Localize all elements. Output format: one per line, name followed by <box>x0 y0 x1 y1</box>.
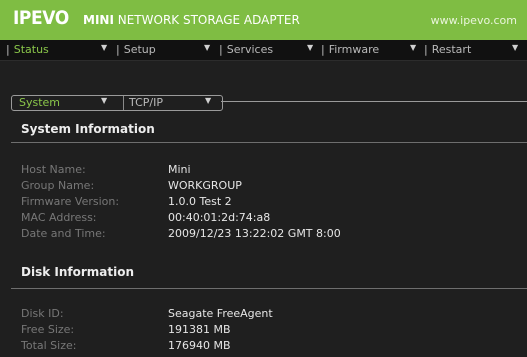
app-header: IPEVO MINI NETWORK STORAGE ADAPTER www.i… <box>0 0 527 40</box>
disk-id-label: Disk ID: <box>21 307 64 320</box>
group-name-value: WORKGROUP <box>168 179 242 192</box>
group-name-label: Group Name: <box>21 179 95 192</box>
nav-label-firmware: Firmware <box>328 43 380 56</box>
disk-id-value: Seagate FreeAgent <box>168 307 273 320</box>
free-size-label: Free Size: <box>21 323 75 336</box>
firmware-version-label: Firmware Version: <box>21 195 120 208</box>
subtab-tcpip[interactable]: TCP/IP <box>129 96 163 110</box>
status-dropdown-icon[interactable]: ▼ <box>101 43 107 52</box>
nav-item-services[interactable]: | Services <box>219 43 273 58</box>
subtab-divider <box>123 96 124 110</box>
nav-label-services: Services <box>226 43 274 56</box>
system-info-divider <box>11 142 527 143</box>
subtab-bar: System ▼ TCP/IP ▼ <box>11 95 223 111</box>
system-dropdown-icon[interactable]: ▼ <box>101 96 107 105</box>
subtab-rule <box>221 101 527 102</box>
nav-label-restart: Restart <box>431 43 472 56</box>
nav-label-setup: Setup <box>123 43 156 56</box>
nav-separator: | <box>6 43 10 56</box>
free-size-value: 191381 MB <box>168 323 231 336</box>
date-time-value: 2009/12/23 13:22:02 GMT 8:00 <box>168 227 341 240</box>
product-title-rest: NETWORK STORAGE ADAPTER <box>117 13 300 27</box>
system-info-title: System Information <box>21 122 155 136</box>
nav-separator: | <box>116 43 120 56</box>
disk-info-title: Disk Information <box>21 265 135 279</box>
main-nav: | Status ▼ | Setup ▼ | Services ▼ | Firmware… <box>0 40 527 61</box>
tcpip-dropdown-icon[interactable]: ▼ <box>205 96 211 105</box>
nav-separator: | <box>424 43 428 56</box>
nav-item-status[interactable]: | Status <box>6 43 49 58</box>
nav-item-firmware[interactable]: | Firmware <box>321 43 379 58</box>
website-link[interactable]: www.ipevo.com <box>431 14 517 27</box>
total-size-label: Total Size: <box>21 339 77 352</box>
nav-separator: | <box>219 43 223 56</box>
subtab-label-system: System <box>19 96 61 109</box>
disk-info-divider <box>11 288 527 289</box>
subtab-system[interactable]: System <box>19 96 60 110</box>
host-name-value: Mini <box>168 163 191 176</box>
nav-separator: | <box>321 43 325 56</box>
services-dropdown-icon[interactable]: ▼ <box>307 43 313 52</box>
subtab-label-tcpip: TCP/IP <box>129 96 163 109</box>
firmware-dropdown-icon[interactable]: ▼ <box>410 43 416 52</box>
nav-label-status: Status <box>13 43 49 56</box>
restart-dropdown-icon[interactable]: ▼ <box>512 43 518 52</box>
total-size-value: 176940 MB <box>168 339 231 352</box>
nav-item-setup[interactable]: | Setup <box>116 43 156 58</box>
ipevo-logo: IPEVO <box>13 7 69 29</box>
nav-item-restart[interactable]: | Restart <box>424 43 471 58</box>
host-name-label: Host Name: <box>21 163 86 176</box>
product-title: MINI NETWORK STORAGE ADAPTER <box>83 13 300 27</box>
mac-address-value: 00:40:01:2d:74:a8 <box>168 211 271 224</box>
product-title-bold: MINI <box>83 13 114 27</box>
setup-dropdown-icon[interactable]: ▼ <box>204 43 210 52</box>
firmware-version-value: 1.0.0 Test 2 <box>168 195 232 208</box>
date-time-label: Date and Time: <box>21 227 106 240</box>
mac-address-label: MAC Address: <box>21 211 97 224</box>
